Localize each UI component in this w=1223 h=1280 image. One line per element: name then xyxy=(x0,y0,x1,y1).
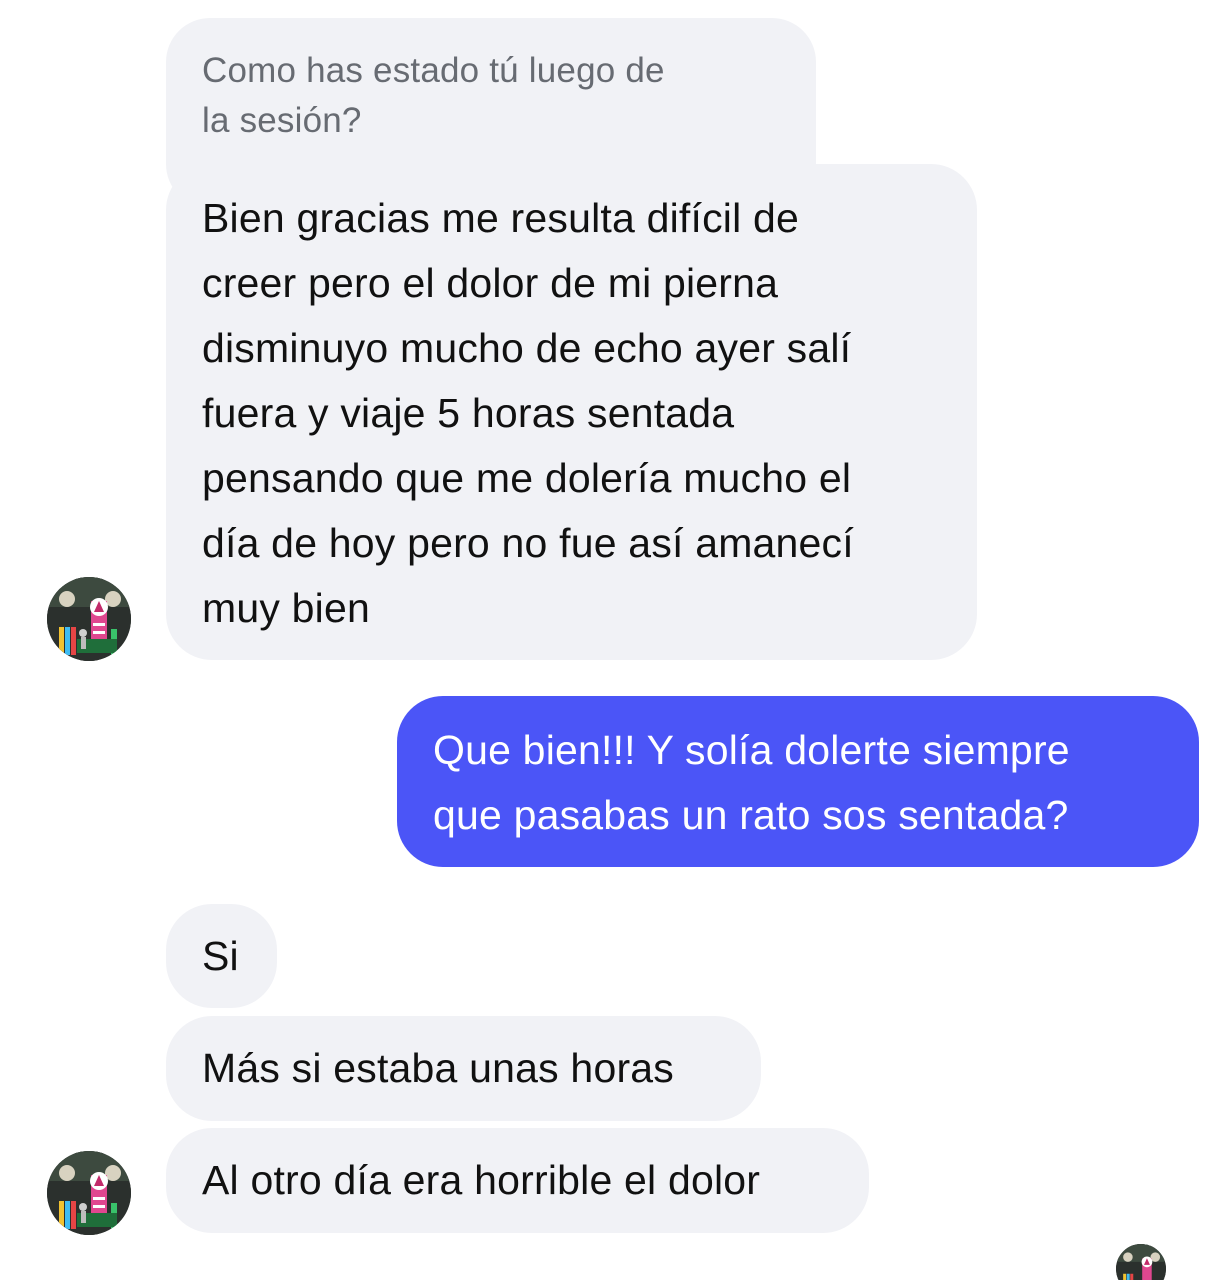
contact-avatar-icon xyxy=(47,577,131,661)
chat-thread: Como has estado tú luego de la sesión? B… xyxy=(0,0,1223,1280)
contact-avatar[interactable] xyxy=(47,1151,131,1235)
contact-avatar-icon xyxy=(47,1151,131,1235)
seen-avatar-icon xyxy=(1116,1244,1166,1280)
contact-avatar[interactable] xyxy=(47,577,131,661)
incoming-message-bubble[interactable]: Bien gracias me resulta difícil de creer… xyxy=(166,164,977,660)
incoming-message-bubble[interactable]: Más si estaba unas horas xyxy=(166,1016,761,1121)
incoming-message-bubble[interactable]: Si xyxy=(166,904,277,1008)
outgoing-message-bubble[interactable]: Que bien!!! Y solía dolerte siempre que … xyxy=(397,696,1199,867)
seen-receipt-avatar xyxy=(1116,1244,1166,1280)
incoming-message-bubble[interactable]: Al otro día era horrible el dolor xyxy=(166,1128,869,1233)
